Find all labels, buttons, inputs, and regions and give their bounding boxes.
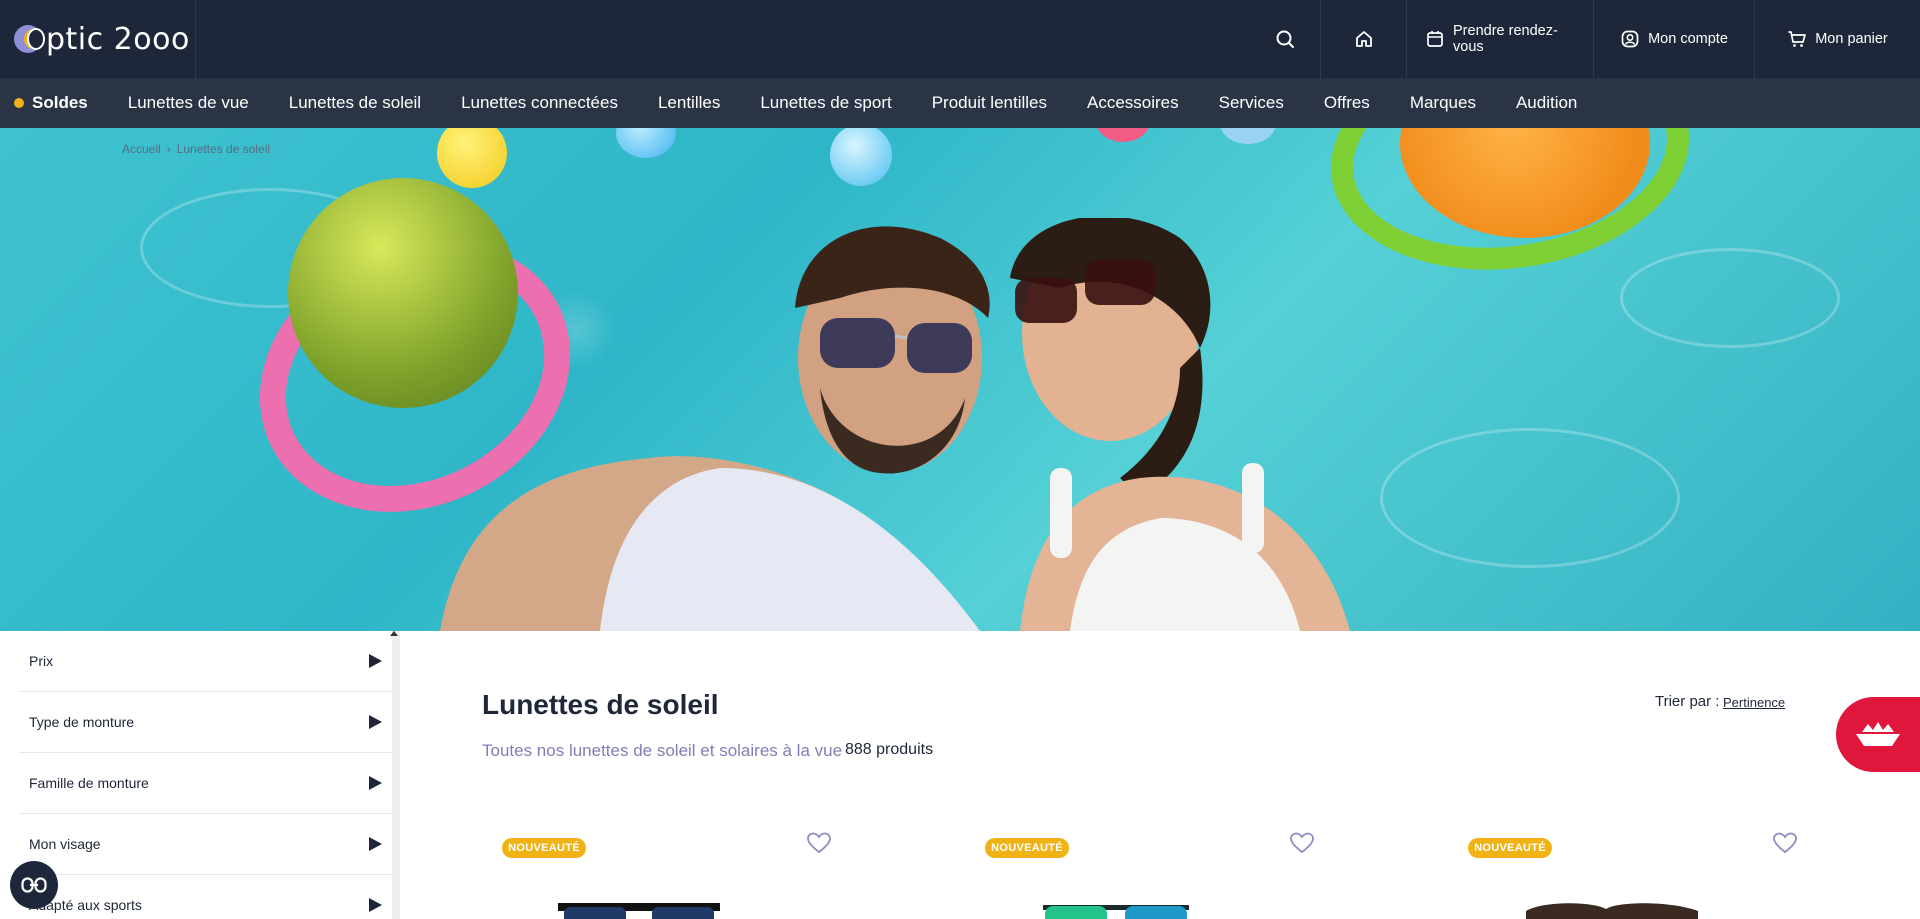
nav-item-lentilles[interactable]: Lentilles (658, 93, 720, 113)
filter-label: Type de monture (29, 714, 135, 730)
nav-item-marques[interactable]: Marques (1410, 93, 1476, 113)
appointment-link[interactable]: Prendre rendez-vous (1406, 0, 1593, 78)
nav-item-lunettes-de-soleil[interactable]: Lunettes de soleil (289, 93, 421, 113)
yellow-ball (437, 128, 507, 188)
caret-right-icon (369, 898, 382, 912)
accessibility-button[interactable] (10, 861, 58, 909)
filter-label: Mon visage (29, 836, 101, 852)
appointment-label: Prendre rendez-vous (1453, 23, 1558, 55)
product-count: 888 produits (845, 741, 934, 758)
new-badge: NOUVEAUTÉ (502, 838, 586, 858)
sort-label: Trier par : (1655, 693, 1720, 710)
product-card[interactable]: NOUVEAUTÉ (406, 831, 831, 919)
nav-item-label: Soldes (32, 93, 88, 112)
caret-right-icon (369, 715, 382, 729)
nav-item-soldes[interactable]: Soldes (14, 93, 88, 113)
breadcrumb-home[interactable]: Accueil (122, 142, 161, 156)
filter-type-de-monture[interactable]: Type de monture (19, 692, 392, 753)
calendar-icon (1427, 31, 1443, 47)
breadcrumb: Accueil › Lunettes de soleil (122, 142, 270, 156)
blue-ball (830, 128, 892, 186)
accessibility-icon (21, 877, 47, 893)
cart-icon (1788, 31, 1807, 47)
home-button[interactable] (1320, 0, 1406, 78)
heart-icon[interactable] (806, 831, 832, 855)
user-icon (1621, 30, 1639, 48)
models-photo (440, 218, 1350, 631)
filter-prix[interactable]: Prix (19, 631, 392, 692)
page-title: Lunettes de soleil (482, 689, 719, 720)
new-badge: NOUVEAUTÉ (1468, 838, 1552, 858)
blue-ball (616, 128, 676, 158)
breadcrumb-current[interactable]: Lunettes de soleil (177, 142, 270, 156)
filter-label: Prix (29, 653, 54, 669)
search-button[interactable] (1250, 0, 1320, 78)
nav-item-audition[interactable]: Audition (1516, 93, 1577, 113)
filter-adapte-aux-sports[interactable]: Adapté aux sports (19, 875, 392, 919)
filter-famille-de-monture[interactable]: Famille de monture (19, 753, 392, 814)
heart-icon[interactable] (1289, 831, 1315, 855)
sort-select[interactable]: Pertinence (1723, 695, 1785, 710)
main-nav: Soldes Lunettes de vue Lunettes de solei… (0, 78, 1920, 128)
caret-right-icon (369, 776, 382, 790)
page-subtitle: Toutes nos lunettes de soleil et solaire… (482, 741, 843, 760)
caret-right-icon (369, 654, 382, 668)
logo-mark-icon (14, 23, 46, 55)
caret-right-icon (369, 837, 382, 851)
chevron-right-icon: › (166, 142, 171, 156)
filter-sidebar[interactable]: Prix Type de monture Famille de monture … (0, 631, 400, 919)
cart-link[interactable]: Mon panier (1754, 0, 1920, 78)
nav-item-lunettes-de-vue[interactable]: Lunettes de vue (128, 93, 249, 113)
logo-text: ptic 2ooo (46, 21, 190, 57)
blue-ball (1220, 128, 1276, 144)
filter-label: Famille de monture (29, 775, 149, 791)
new-badge: NOUVEAUTÉ (985, 838, 1069, 858)
product-listing: Lunettes de soleil Toutes nos lunettes d… (408, 631, 1920, 919)
product-card[interactable]: NOUVEAUTÉ (889, 831, 1314, 919)
logo[interactable]: ptic 2ooo (0, 0, 196, 78)
nav-item-lunettes-connectees[interactable]: Lunettes connectées (461, 93, 618, 113)
sale-dot-icon (14, 98, 24, 108)
nav-item-lunettes-de-sport[interactable]: Lunettes de sport (760, 93, 891, 113)
nav-item-offres[interactable]: Offres (1324, 93, 1370, 113)
nav-item-produit-lentilles[interactable]: Produit lentilles (932, 93, 1047, 113)
home-icon (1355, 31, 1372, 47)
pink-ball (1096, 128, 1150, 142)
heart-icon[interactable] (1772, 831, 1798, 855)
sunglasses-image (558, 903, 720, 919)
water-ripple (1620, 248, 1840, 348)
nav-item-accessoires[interactable]: Accessoires (1087, 93, 1179, 113)
account-label: Mon compte (1648, 31, 1728, 47)
hero-banner: Accueil › Lunettes de soleil (0, 128, 1920, 631)
nav-item-services[interactable]: Services (1219, 93, 1284, 113)
sunglasses-image (1526, 903, 1698, 919)
filter-mon-visage[interactable]: Mon visage (19, 814, 392, 875)
sunglasses-image (1043, 905, 1189, 919)
boat-icon (1856, 721, 1900, 746)
search-icon (1276, 30, 1294, 48)
product-card[interactable]: NOUVEAUTÉ (1372, 831, 1797, 919)
chat-widget-button[interactable] (1836, 697, 1920, 772)
account-link[interactable]: Mon compte (1593, 0, 1754, 78)
cart-label: Mon panier (1815, 31, 1888, 47)
top-header: ptic 2ooo Prendre rendez-vous Mon compte… (0, 0, 1920, 78)
